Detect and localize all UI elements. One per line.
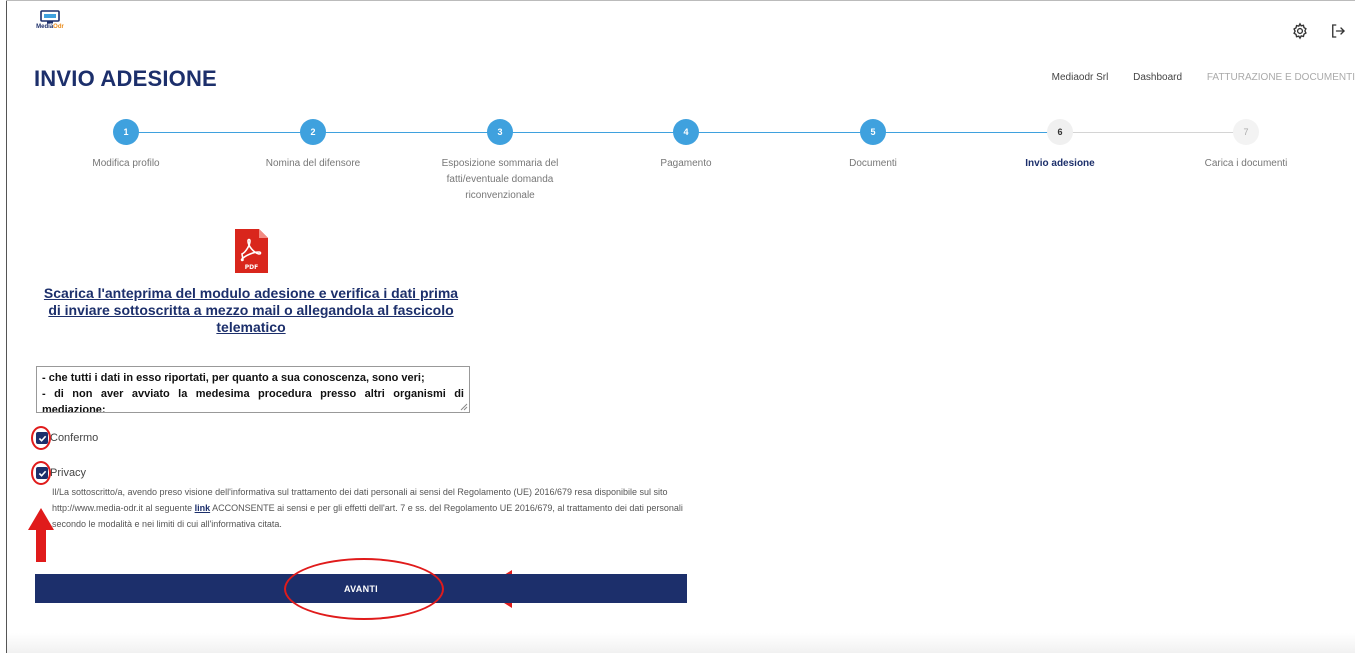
resize-handle-icon[interactable] [460, 403, 468, 411]
step-1-label: Modifica profilo [92, 158, 160, 169]
breadcrumb: Mediaodr Srl Dashboard FATTURAZIONE E DO… [1030, 72, 1355, 83]
declaration-textarea[interactable]: - che tutti i dati in esso riportati, pe… [36, 366, 470, 413]
confermo-label: Confermo [50, 432, 99, 444]
step-7-label: Carica i documenti [1204, 158, 1288, 169]
privacy-info-link[interactable]: link [195, 503, 211, 513]
annotation-circle-privacy [31, 461, 51, 485]
window-top-border [6, 0, 1355, 1]
annotation-ellipse-next [284, 558, 444, 620]
app-logo[interactable]: MediaOdr [30, 10, 70, 36]
page-bottom-fade [7, 633, 1355, 653]
logo-wordmark: MediaOdr [36, 24, 64, 30]
declaration-line-1: - che tutti i dati in esso riportati, pe… [42, 372, 425, 384]
logout-icon [1332, 24, 1345, 38]
monitor-logo-icon [40, 10, 60, 24]
logout-button[interactable] [1329, 22, 1349, 42]
gear-icon [1293, 22, 1307, 40]
pdf-preview-link[interactable]: Scarica l'anteprima del modulo adesione … [36, 285, 466, 336]
step-2-circle[interactable]: 2 [300, 119, 326, 145]
step-5-circle[interactable]: 5 [860, 119, 886, 145]
breadcrumb-item-dashboard[interactable]: Dashboard [1133, 72, 1182, 83]
step-1-circle[interactable]: 1 [113, 119, 139, 145]
stepper-progress-line [126, 132, 1060, 133]
step-4-circle[interactable]: 4 [673, 119, 699, 145]
step-6-circle[interactable]: 6 [1047, 119, 1073, 145]
step-3-label: Esposizione sommaria del fatti/eventuale… [441, 158, 559, 201]
pdf-download-button[interactable]: PDF [233, 228, 269, 274]
breadcrumb-item-current: FATTURAZIONE E DOCUMENTI [1206, 72, 1355, 83]
page-title: INVIO ADESIONE [34, 66, 217, 91]
step-5-label: Documenti [849, 158, 897, 169]
step-3-circle[interactable]: 3 [487, 119, 513, 145]
window-left-border [6, 0, 7, 653]
settings-button[interactable] [1291, 22, 1311, 42]
privacy-label: Privacy [50, 467, 87, 479]
pdf-icon-label: PDF [245, 264, 258, 271]
step-4-label: Pagamento [660, 158, 712, 169]
privacy-consent-text: Il/La sottoscritto/a, avendo preso visio… [52, 484, 692, 532]
annotation-arrow-up-icon [28, 508, 54, 562]
step-2-label: Nomina del difensore [265, 158, 361, 169]
annotation-circle-confermo [31, 426, 51, 450]
breadcrumb-item-company[interactable]: Mediaodr Srl [1052, 72, 1109, 83]
stepper-remaining-line [1060, 132, 1246, 133]
step-6-label: Invio adesione [1025, 158, 1095, 169]
declaration-line-2: - di non aver avviato la medesima proced… [42, 388, 464, 413]
pdf-file-icon: PDF [235, 229, 268, 273]
step-7-circle: 7 [1233, 119, 1259, 145]
